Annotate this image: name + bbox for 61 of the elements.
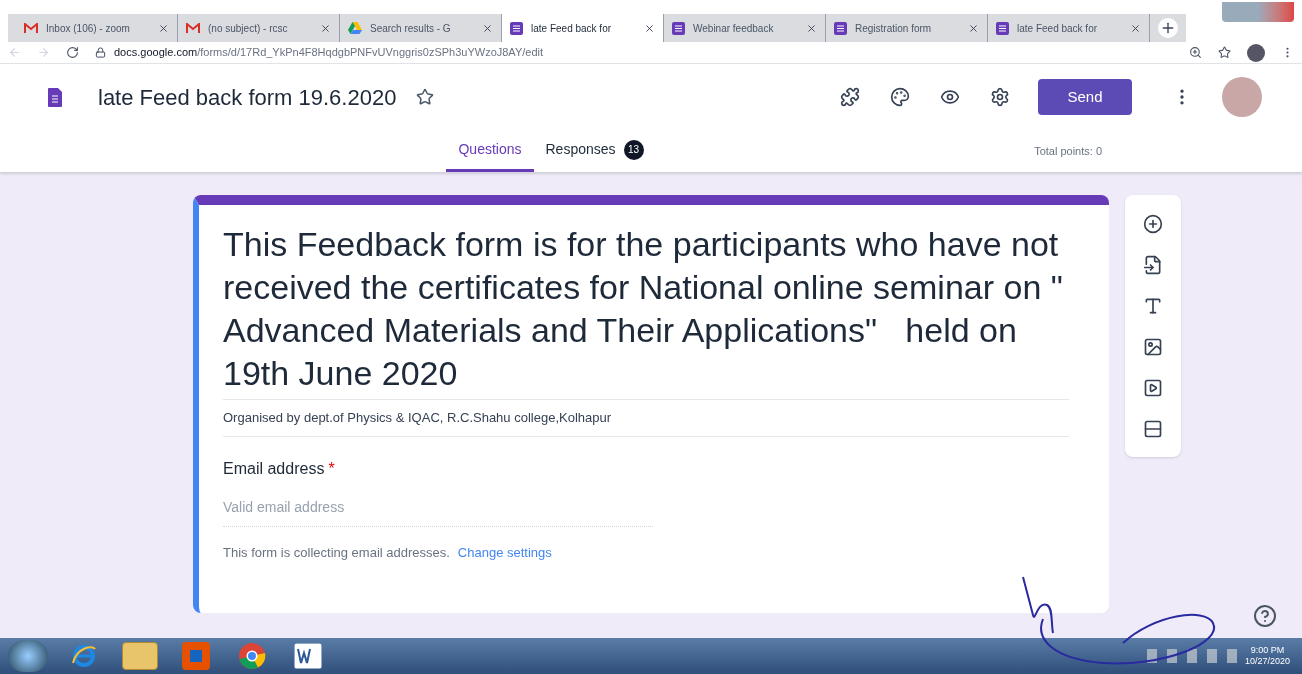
document-w-icon[interactable]	[294, 643, 322, 669]
close-icon[interactable]	[1130, 22, 1141, 34]
close-icon[interactable]	[320, 22, 331, 34]
tray-icons[interactable]	[1146, 649, 1237, 663]
tab-title: Registration form	[855, 21, 933, 36]
form-title[interactable]: late Feed back form 19.6.2020	[98, 80, 397, 114]
list-document-icon	[996, 21, 1009, 35]
video-icon[interactable]	[1143, 377, 1163, 398]
settings-icon[interactable]	[990, 87, 1010, 107]
list-document-icon	[672, 21, 685, 35]
preview-eye-icon[interactable]	[940, 87, 960, 107]
email-field[interactable]: Valid email address	[223, 488, 653, 527]
question-label: Email address	[223, 459, 325, 477]
required-mark: *	[328, 459, 335, 477]
help-icon[interactable]	[1253, 604, 1277, 628]
collecting-note: This form is collecting email addresses.	[223, 543, 450, 562]
e-logo-icon[interactable]	[70, 642, 98, 670]
total-points: Total points: 0	[1034, 143, 1102, 159]
image-icon[interactable]	[1143, 336, 1163, 357]
document-icon	[48, 87, 62, 107]
profile-avatar[interactable]	[1247, 43, 1265, 62]
zoom-icon[interactable]	[1189, 46, 1202, 59]
tab-title: Inbox (106) - zoom	[46, 21, 131, 36]
close-icon[interactable]	[482, 22, 493, 34]
close-icon[interactable]	[968, 22, 979, 34]
list-document-icon	[834, 21, 847, 35]
clock-date[interactable]: 10/27/2020	[1244, 656, 1290, 667]
close-icon[interactable]	[158, 22, 169, 34]
tab-title: Webinar feedback	[693, 21, 775, 36]
mail-m-icon	[186, 22, 200, 34]
tab-title: late Feed back for	[1017, 21, 1099, 36]
lock-icon	[95, 47, 106, 58]
clock-time[interactable]: 9:00 PM	[1250, 645, 1285, 656]
triangle-icon	[348, 22, 362, 34]
form-tab[interactable]: Questions	[446, 130, 534, 172]
browser-tab[interactable]: late Feed back for	[502, 14, 664, 42]
change-settings-link[interactable]: Change settings	[457, 542, 552, 562]
import-icon[interactable]	[1143, 254, 1163, 275]
bookmark-star-icon[interactable]	[1218, 46, 1231, 59]
star-icon[interactable]	[416, 88, 435, 106]
start-button[interactable]	[8, 640, 48, 672]
puzzle-icon[interactable]	[840, 87, 860, 107]
add-circle-icon[interactable]	[1143, 213, 1163, 234]
new-tab-icon[interactable]	[1158, 18, 1178, 38]
reload-icon[interactable]	[66, 46, 79, 59]
url-text[interactable]: docs.google.com/forms/d/17Rd_YkPn4F8HqdgbPNFvUVnggris0zSPh3uYWzoJ8AY/edit	[114, 44, 544, 61]
form-tab[interactable]: Responses 13	[533, 130, 656, 172]
list-document-icon	[510, 21, 523, 35]
tab-title: (no subject) - rcsc	[208, 21, 289, 36]
palette-icon[interactable]	[890, 87, 910, 107]
send-button[interactable]: Send	[1038, 79, 1132, 115]
close-icon[interactable]	[806, 22, 817, 34]
mail-m-icon	[24, 22, 38, 34]
section-icon[interactable]	[1143, 418, 1163, 439]
response-count-badge: 13	[623, 139, 644, 160]
form-heading[interactable]: This Feedback form is for the participants who have not received the certificates for National online seminar on " Advanced Materials and Their Applications" held on 19th June 2020	[223, 223, 1069, 400]
form-description[interactable]: Organised by dept.of Physics & IQAC, R.C.Shahu college,Kolhapur	[223, 400, 1069, 437]
tab-title: late Feed back for	[531, 21, 613, 36]
round-logo-icon[interactable]	[238, 642, 266, 670]
close-icon[interactable]	[644, 22, 655, 34]
tab-title: Search results - G	[370, 21, 452, 36]
